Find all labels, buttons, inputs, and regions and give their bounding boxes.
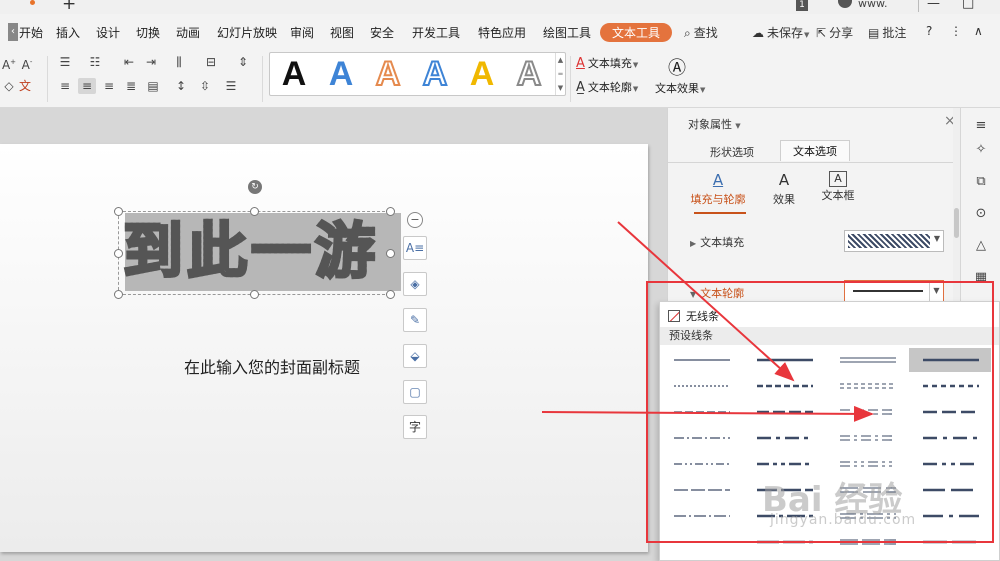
annotation-arrow [541,405,874,422]
annotation-arrow [617,221,795,382]
watermark-url: jingyan.baidu.com [770,512,917,528]
